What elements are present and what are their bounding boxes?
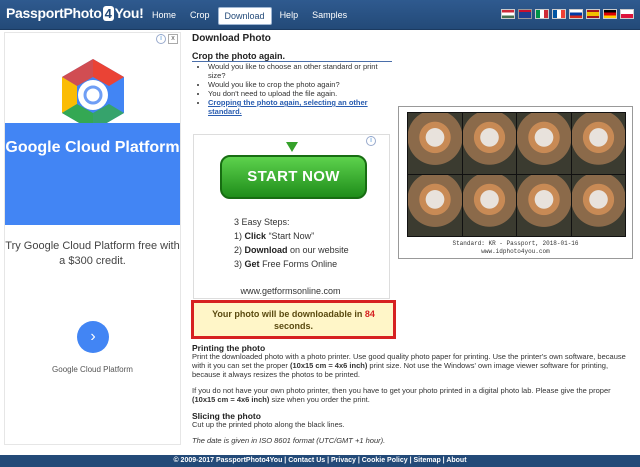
flag-poland-icon[interactable] bbox=[620, 9, 634, 19]
flag-france-icon[interactable] bbox=[552, 9, 566, 19]
ad-headline: Google Cloud Platform bbox=[5, 123, 180, 225]
list-item: Would you like to choose an other standa… bbox=[208, 62, 390, 80]
page-footer[interactable]: © 2009-2017 PassportPhoto4You | Contact … bbox=[0, 455, 640, 467]
logo-four: 4 bbox=[102, 6, 114, 21]
google-cloud-ad[interactable]: i x Google Cloud Platform Try Google Clo… bbox=[4, 32, 181, 445]
ad-info-icon[interactable]: i bbox=[156, 34, 166, 44]
step-3: 3) Get Free Forms Online bbox=[234, 259, 338, 269]
flag-germany-icon[interactable] bbox=[603, 9, 617, 19]
photo-sheet-preview: Standard: KR - Passport, 2018-01-16 www.… bbox=[398, 106, 633, 259]
language-flags bbox=[501, 9, 634, 19]
date-note: The date is given in ISO 8601 format (UT… bbox=[192, 436, 386, 445]
crop-options-list: Would you like to choose an other standa… bbox=[200, 62, 390, 116]
ad-arrow-button[interactable]: › bbox=[77, 321, 109, 353]
photo-grid bbox=[407, 112, 626, 237]
logo-text-right: You! bbox=[114, 5, 144, 21]
site-logo[interactable]: PassportPhoto 4 You! bbox=[6, 5, 144, 21]
flag-spain-icon[interactable] bbox=[586, 9, 600, 19]
photo-tile bbox=[517, 175, 571, 236]
getformsonline-ad[interactable]: i START NOW 3 Easy Steps: 1) Click “Star… bbox=[193, 134, 390, 299]
photo-tile bbox=[462, 113, 516, 174]
flag-uk-icon[interactable] bbox=[518, 9, 532, 19]
arrow-down-icon bbox=[286, 142, 298, 152]
nav-help[interactable]: Help bbox=[274, 7, 305, 25]
sheet-caption: Standard: KR - Passport, 2018-01-16 www.… bbox=[452, 240, 579, 255]
photo-tile bbox=[462, 175, 516, 236]
ad-steps: 3 Easy Steps: 1) Click “Start Now” 2) Do… bbox=[234, 215, 349, 271]
list-item: Would you like to crop the photo again? bbox=[208, 80, 390, 89]
nav-samples[interactable]: Samples bbox=[306, 7, 353, 25]
download-countdown: Your photo will be downloadable in 84 se… bbox=[191, 300, 396, 339]
page-title: Download Photo bbox=[192, 33, 271, 44]
printing-paragraph-2: If you do not have your own photo printe… bbox=[192, 386, 611, 404]
step-1: 1) Click “Start Now” bbox=[234, 231, 315, 241]
crop-again-link[interactable]: Cropping the photo again, selecting an o… bbox=[208, 98, 368, 116]
ad-url: www.getformsonline.com bbox=[240, 286, 341, 296]
logo-text-left: PassportPhoto bbox=[6, 5, 102, 21]
ad-body-text: Try Google Cloud Platform free with a $3… bbox=[5, 240, 180, 267]
slicing-text: Cut up the printed photo along the black… bbox=[192, 420, 345, 429]
photo-tile bbox=[408, 113, 462, 174]
nav-download[interactable]: Download bbox=[217, 7, 272, 25]
start-now-button[interactable]: START NOW bbox=[220, 155, 367, 199]
list-item: Cropping the photo again, selecting an o… bbox=[208, 98, 390, 116]
list-item: You don't need to upload the file again. bbox=[208, 89, 390, 98]
ad-footer-label: Google Cloud Platform bbox=[52, 365, 133, 374]
photo-tile bbox=[517, 113, 571, 174]
flag-italy-icon[interactable] bbox=[535, 9, 549, 19]
crop-section-title: Crop the photo again. bbox=[192, 51, 285, 61]
countdown-seconds: 84 bbox=[364, 309, 375, 319]
ad-close-icon[interactable]: x bbox=[168, 34, 178, 44]
steps-title: 3 Easy Steps: bbox=[234, 217, 290, 227]
ad-info-icon[interactable]: i bbox=[366, 136, 376, 146]
step-2: 2) Download on our website bbox=[234, 245, 349, 255]
flag-hungary-icon[interactable] bbox=[501, 9, 515, 19]
main-nav: Home Crop Download Help Samples bbox=[146, 7, 353, 25]
nav-crop[interactable]: Crop bbox=[184, 7, 216, 25]
flag-russia-icon[interactable] bbox=[569, 9, 583, 19]
printing-paragraph-1: Print the downloaded photo with a photo … bbox=[192, 352, 626, 379]
photo-tile bbox=[408, 175, 462, 236]
top-header: PassportPhoto 4 You! Home Crop Download He… bbox=[0, 0, 640, 30]
nav-home[interactable]: Home bbox=[146, 7, 182, 25]
photo-tile bbox=[571, 175, 625, 236]
photo-tile bbox=[571, 113, 625, 174]
